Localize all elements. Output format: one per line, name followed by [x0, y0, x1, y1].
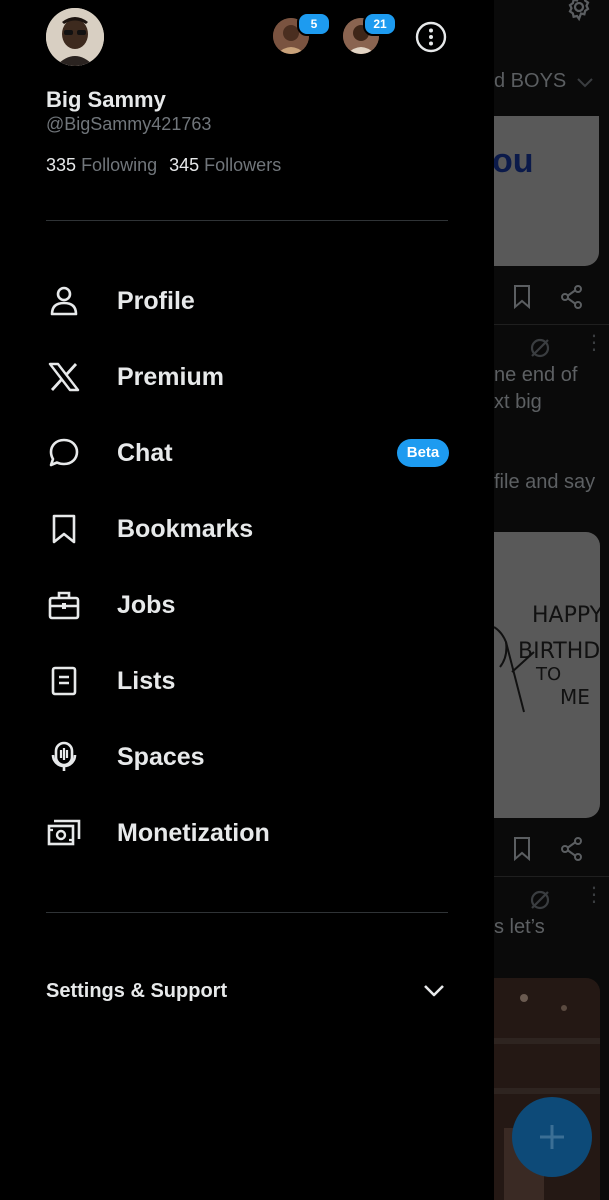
settings-gear-icon[interactable] [564, 0, 594, 22]
menu-item-label: Monetization [117, 818, 270, 847]
plus-icon [540, 1125, 564, 1149]
menu-item-jobs[interactable]: Jobs [46, 577, 448, 633]
notification-badge: 21 [363, 12, 397, 36]
person-icon [46, 283, 82, 319]
bookmark-icon[interactable] [512, 836, 532, 862]
avatar[interactable] [46, 8, 104, 66]
divider [494, 324, 609, 325]
x-logo-icon [46, 359, 82, 395]
bookmark-icon[interactable] [512, 284, 532, 310]
menu-item-label: Profile [117, 286, 195, 315]
card-text: ou [494, 142, 534, 180]
menu-item-label: Premium [117, 362, 224, 391]
compose-button[interactable] [512, 1097, 592, 1177]
post-actions [494, 834, 609, 864]
menu-item-label: Spaces [117, 742, 205, 771]
profile-handle: @BigSammy421763 [46, 114, 212, 134]
more-options-icon[interactable] [415, 21, 447, 53]
more-icon[interactable]: ⋮ [584, 333, 604, 353]
post-text: s let’s [494, 916, 545, 938]
sketch-text: ME [560, 685, 590, 709]
menu-item-chat[interactable]: Chat Beta [46, 425, 449, 481]
followers-link[interactable]: 345 Followers [169, 155, 281, 175]
menu-item-label: Jobs [117, 590, 176, 619]
sketch-text: TO [535, 664, 561, 685]
settings-support-label: Settings & Support [46, 980, 228, 1002]
menu-item-profile[interactable]: Profile [46, 273, 448, 329]
followers-count: 345 [169, 155, 200, 175]
post-meta: ⋮ [494, 333, 609, 366]
menu-item-label: Chat [117, 438, 173, 467]
side-drawer: 5 21 Big Sammy @BigSammy421763 335 Follo… [0, 0, 494, 1200]
divider [46, 220, 448, 221]
background-media-card[interactable]: HAPPY BIRTHDA TO ME [494, 532, 600, 818]
menu-item-label: Lists [117, 666, 176, 695]
money-icon [46, 815, 82, 851]
background-tab-label[interactable]: d BOYS [494, 70, 566, 93]
sketch-text: HAPPY [532, 603, 600, 628]
divider [46, 912, 448, 913]
post-actions [494, 282, 609, 312]
share-icon[interactable] [560, 284, 584, 310]
post-text: xt big [494, 391, 542, 413]
list-icon [46, 663, 82, 699]
settings-support-toggle[interactable]: Settings & Support [46, 972, 448, 1012]
bookmark-icon [46, 511, 82, 547]
chat-bubble-icon [46, 435, 82, 471]
following-count: 335 [46, 155, 77, 175]
avatar-image [46, 8, 104, 66]
sketch-text: BIRTHDA [518, 639, 600, 664]
tab-chevron-icon [577, 78, 593, 88]
beta-badge: Beta [397, 439, 449, 467]
following-label: Following [81, 155, 158, 175]
menu-item-premium[interactable]: Premium [46, 349, 448, 405]
notification-badge: 5 [297, 12, 331, 36]
birthday-sketch-image: HAPPY BIRTHDA TO ME [494, 603, 600, 713]
briefcase-icon [46, 587, 82, 623]
grok-icon[interactable] [528, 336, 552, 360]
grok-icon[interactable] [528, 888, 552, 912]
chevron-down-icon [424, 985, 444, 997]
profile-name[interactable]: Big Sammy [46, 87, 166, 113]
following-link[interactable]: 335 Following [46, 155, 157, 175]
menu-item-monetization[interactable]: Monetization [46, 805, 448, 861]
post-text: ne end of [494, 364, 578, 386]
menu-item-lists[interactable]: Lists [46, 653, 448, 709]
follow-counts: 335 Following 345 Followers [46, 155, 281, 176]
spaces-mic-icon [46, 739, 82, 775]
divider [494, 876, 609, 877]
menu-item-bookmarks[interactable]: Bookmarks [46, 501, 448, 557]
background-timeline: d BOYS ou ⋮ ne end of xt big file and sa… [494, 0, 609, 1200]
share-icon[interactable] [560, 836, 584, 862]
post-text: file and say [494, 471, 596, 493]
menu-item-label: Bookmarks [117, 514, 254, 543]
followers-label: Followers [204, 155, 282, 175]
post-meta: ⋮ [494, 885, 609, 918]
background-media-card[interactable]: ou [494, 116, 599, 266]
menu-item-spaces[interactable]: Spaces [46, 729, 448, 785]
more-icon[interactable]: ⋮ [584, 885, 604, 905]
